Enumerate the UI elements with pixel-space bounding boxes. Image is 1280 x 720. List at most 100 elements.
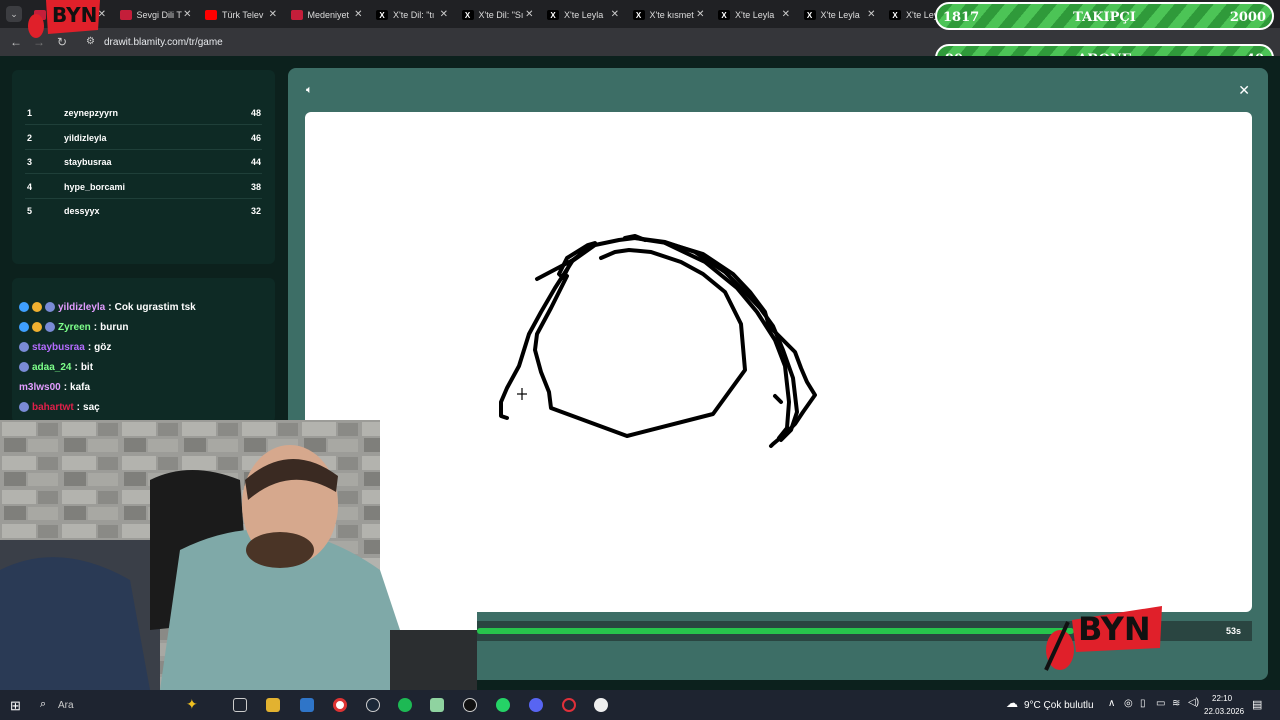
tab-close-icon[interactable]: ✕	[696, 9, 704, 20]
tab-close-icon[interactable]: ✕	[183, 9, 191, 20]
tab-close-icon[interactable]: ✕	[354, 9, 362, 20]
tab-close-icon[interactable]: ✕	[440, 9, 448, 20]
chat-message: staybusraa: göz	[19, 338, 111, 356]
tab-favicon-icon: X	[889, 10, 901, 20]
clock-date[interactable]: 22.03.2026	[1204, 707, 1244, 716]
chat-message: adaa_24: bit	[19, 358, 93, 376]
tab-title: Sevgi Dili T	[136, 10, 182, 20]
chat-separator: :	[87, 341, 92, 353]
whatsapp-icon[interactable]	[496, 698, 510, 712]
discord-icon[interactable]	[529, 698, 543, 712]
tab-title: X'te Dil: "Sı	[478, 10, 524, 20]
leaderboard-name: yildizleyla	[64, 132, 107, 143]
browser-tab[interactable]: X X'te Leyla ✕	[798, 4, 882, 26]
wifi-icon[interactable]: ≋	[1172, 698, 1180, 709]
leaderboard-row: 1 zeynepzyyrn 48	[12, 101, 275, 125]
svg-text:BYN: BYN	[52, 3, 97, 27]
followers-goal: 2000	[1229, 10, 1266, 25]
obs-icon[interactable]	[594, 698, 608, 712]
chat-badge-icon	[19, 402, 29, 412]
timer-progress-bar	[477, 628, 1074, 634]
chrome-icon[interactable]	[333, 698, 347, 712]
leaderboard-name: staybusraa	[64, 157, 112, 168]
tray-chevron-icon[interactable]: ∧	[1108, 698, 1115, 709]
tab-favicon-icon	[205, 10, 217, 20]
back-icon[interactable]: ←	[10, 36, 22, 48]
chat-badge-icon	[32, 322, 42, 332]
tab-close-icon[interactable]: ✕	[611, 9, 619, 20]
tab-title: X'te Leyla	[735, 10, 775, 20]
browser-tab[interactable]: Sevgi Dili T ✕	[114, 4, 198, 26]
chat-message: bahartwt: saç	[19, 398, 100, 416]
notifications-icon[interactable]: ▤	[1252, 698, 1262, 711]
volume-icon[interactable]: 🔈︎	[306, 84, 313, 97]
byn-logo: BYN	[1042, 600, 1166, 672]
browser-tab[interactable]: X X'te Leyla ✕	[712, 4, 796, 26]
browser-tab[interactable]: X X'te kısmet ✕	[627, 4, 711, 26]
spotify-icon[interactable]	[398, 698, 412, 712]
chat-badge-icon	[19, 302, 29, 312]
file-explorer-icon[interactable]	[266, 698, 280, 712]
leaderboard-score: 32	[250, 206, 261, 217]
leaderboard-rank: 1	[27, 108, 33, 118]
app-v-icon[interactable]	[463, 698, 477, 712]
leaderboard-rank: 2	[27, 132, 33, 143]
volume-tray-icon[interactable]: ◁)	[1188, 697, 1199, 708]
tab-close-icon[interactable]: ✕	[269, 9, 277, 20]
tab-title: X'te kısmet	[649, 10, 694, 20]
tab-favicon-icon	[119, 10, 132, 20]
chat-separator: :	[108, 301, 112, 313]
browser-tab[interactable]: X X'te Leyla ✕	[541, 4, 625, 26]
taskbar: ⊞ ⌕ Ara ✦ ☁ 9°C Çok bulutlu ∧ ◎ ▯ ▭ ≋ ◁)…	[0, 690, 1280, 720]
leaderboard-name: hype_borcami	[64, 181, 126, 192]
byn-logo-top: BYN	[26, 0, 102, 40]
tab-title: X'te Leyla	[820, 10, 860, 20]
browser-tab[interactable]: Medeniyet ✕	[285, 4, 369, 26]
close-icon[interactable]: ✕	[1238, 82, 1250, 99]
leaderboard-name: zeynepzyyrn	[64, 108, 119, 118]
steam-icon[interactable]	[366, 698, 380, 712]
weather-text[interactable]: 9°C Çok bulutlu	[1024, 700, 1094, 711]
followers-goal-bar: 1817 TAKIPÇI 2000	[935, 2, 1274, 30]
tab-title: Türk Telev	[222, 10, 264, 20]
chat-badge-icon	[45, 322, 55, 332]
tab-title: X'te Leyla	[564, 10, 604, 20]
weather-icon[interactable]: ☁	[1006, 696, 1018, 710]
chat-text: bit	[80, 361, 94, 373]
tab-close-icon[interactable]: ✕	[782, 9, 790, 20]
leaderboard-rank: 5	[27, 206, 33, 217]
tab-close-icon[interactable]: ✕	[525, 9, 533, 20]
tab-close-icon[interactable]: ✕	[867, 9, 875, 20]
clock-time[interactable]: 22:10	[1212, 694, 1232, 703]
browser-tab[interactable]: X X'te Dil: "Sı ✕	[456, 4, 540, 26]
chat-badge-icon	[45, 302, 55, 312]
webcam-feed	[0, 420, 477, 690]
chat-username: yildizleyla	[58, 301, 106, 313]
copilot-icon[interactable]: ✦	[186, 696, 198, 713]
tab-favicon-icon: X	[632, 10, 645, 20]
tab-favicon-icon: X	[718, 10, 730, 20]
outlook-icon[interactable]	[300, 698, 314, 712]
tray-app-icon[interactable]: ◎	[1124, 698, 1133, 709]
chat-separator: :	[76, 401, 81, 413]
leaderboard-rank: 4	[27, 181, 33, 192]
taskbar-search[interactable]: Ara	[58, 700, 74, 711]
browser-tab[interactable]: Türk Telev ✕	[199, 4, 283, 26]
notes-icon[interactable]	[430, 698, 444, 712]
tab-search-icon[interactable]: ⌄	[6, 6, 22, 22]
url-text[interactable]: drawit.blamity.com/tr/game	[104, 37, 223, 48]
crosshair-cursor-icon	[517, 388, 527, 400]
chat-message: Zyreen: burun	[19, 318, 128, 336]
browser-tab[interactable]: X X'te Dil: "tı ✕	[370, 4, 454, 26]
opera-icon[interactable]	[562, 698, 576, 712]
tab-favicon-icon: X	[376, 10, 388, 20]
search-icon[interactable]: ⌕	[40, 698, 46, 711]
chat-text: kafa	[70, 381, 91, 393]
leaderboard-score: 44	[250, 157, 261, 168]
microphone-icon[interactable]: ▯	[1140, 698, 1146, 709]
start-icon[interactable]: ⊞	[10, 698, 21, 714]
network-icon[interactable]: ▭	[1156, 698, 1165, 709]
leaderboard-row: 5 dessyyx 32	[12, 199, 275, 223]
task-view-icon[interactable]	[233, 698, 247, 712]
logo-text: BYN	[1078, 610, 1151, 648]
